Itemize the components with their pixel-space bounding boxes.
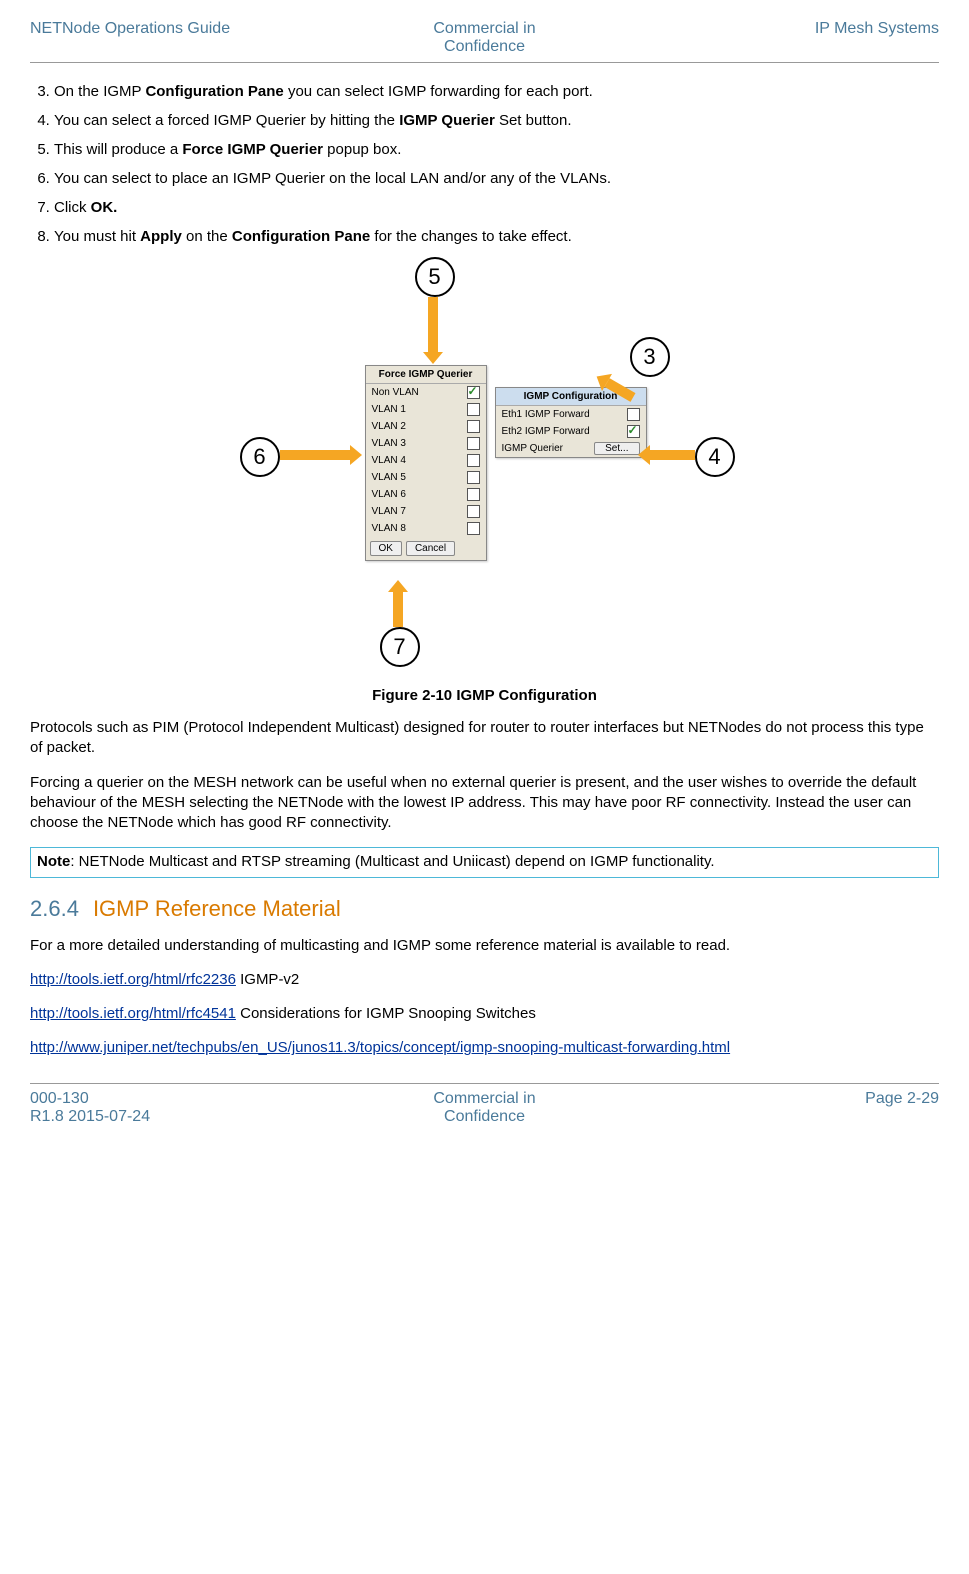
header-right: IP Mesh Systems (636, 20, 939, 56)
vlan-checkbox[interactable] (467, 437, 480, 450)
step-7: Click OK. (54, 197, 939, 218)
page-header: NETNode Operations Guide Commercial in C… (30, 20, 939, 63)
note-box: Note: NETNode Multicast and RTSP streami… (30, 847, 939, 877)
callout-4: 4 (695, 437, 735, 477)
link-rfc4541[interactable]: http://tools.ietf.org/html/rfc4541 (30, 1005, 236, 1022)
vlan-checkbox[interactable] (467, 505, 480, 518)
section-intro: For a more detailed understanding of mul… (30, 936, 939, 956)
step-8: You must hit Apply on the Configuration … (54, 226, 939, 247)
vlan-checkbox[interactable] (467, 403, 480, 416)
footer-center: Commercial in Confidence (333, 1090, 636, 1126)
step-5: This will produce a Force IGMP Querier p… (54, 139, 939, 160)
set-button[interactable]: Set... (594, 442, 639, 455)
eth1-checkbox[interactable] (627, 408, 640, 421)
force-igmp-panel: Force IGMP Querier Non VLAN VLAN 1 VLAN 2 V… (365, 365, 487, 561)
header-left: NETNode Operations Guide (30, 20, 333, 56)
paragraph-pim: Protocols such as PIM (Protocol Independ… (30, 718, 939, 759)
ok-button[interactable]: OK (370, 541, 402, 556)
cancel-button[interactable]: Cancel (406, 541, 455, 556)
ref-link-1: http://tools.ietf.org/html/rfc2236 IGMP-… (30, 970, 939, 990)
vlan-label: VLAN 1 (372, 404, 406, 415)
link-rfc2236[interactable]: http://tools.ietf.org/html/rfc2236 (30, 971, 236, 988)
callout-3: 3 (630, 337, 670, 377)
ref-link-3: http://www.juniper.net/techpubs/en_US/ju… (30, 1038, 939, 1058)
step-list: On the IGMP Configuration Pane you can s… (30, 81, 939, 247)
vlan-row: VLAN 7 (366, 503, 486, 520)
vlan-rows: Non VLAN VLAN 1 VLAN 2 VLAN 3 VLAN 4 VLAN 5 VL… (366, 384, 486, 537)
vlan-label: VLAN 7 (372, 506, 406, 517)
vlan-checkbox[interactable] (467, 454, 480, 467)
panel-buttons: OK Cancel (366, 537, 486, 560)
header-center: Commercial in Confidence (333, 20, 636, 56)
vlan-row: VLAN 5 (366, 469, 486, 486)
figure-2-10: 5 3 4 6 7 Force IGMP Querier Non VLAN VLA… (30, 257, 939, 704)
vlan-row: VLAN 3 (366, 435, 486, 452)
diagram: 5 3 4 6 7 Force IGMP Querier Non VLAN VLA… (205, 257, 765, 677)
arrow-5 (428, 297, 438, 352)
vlan-label: VLAN 6 (372, 489, 406, 500)
force-igmp-title: Force IGMP Querier (366, 366, 486, 384)
link-juniper[interactable]: http://www.juniper.net/techpubs/en_US/ju… (30, 1039, 730, 1056)
vlan-label: VLAN 2 (372, 421, 406, 432)
callout-5: 5 (415, 257, 455, 297)
ref-link-2: http://tools.ietf.org/html/rfc4541 Consi… (30, 1004, 939, 1024)
figure-caption: Figure 2-10 IGMP Configuration (30, 687, 939, 704)
eth1-row: Eth1 IGMP Forward (496, 406, 646, 423)
vlan-checkbox[interactable] (467, 420, 480, 433)
eth2-row: Eth2 IGMP Forward (496, 423, 646, 440)
vlan-row: VLAN 6 (366, 486, 486, 503)
arrow-7 (393, 592, 403, 627)
vlan-label: Non VLAN (372, 387, 419, 398)
footer-right: Page 2-29 (636, 1090, 939, 1126)
callout-7: 7 (380, 627, 420, 667)
vlan-row: VLAN 1 (366, 401, 486, 418)
footer-left: 000-130 R1.8 2015-07-24 (30, 1090, 333, 1126)
step-3: On the IGMP Configuration Pane you can s… (54, 81, 939, 102)
querier-row: IGMP Querier Set... (496, 440, 646, 457)
vlan-label: VLAN 3 (372, 438, 406, 449)
eth2-checkbox[interactable] (627, 425, 640, 438)
section-heading: 2.6.4IGMP Reference Material (30, 896, 939, 922)
vlan-row: VLAN 8 (366, 520, 486, 537)
vlan-row: VLAN 2 (366, 418, 486, 435)
paragraph-querier: Forcing a querier on the MESH network ca… (30, 773, 939, 834)
step-4: You can select a forced IGMP Querier by … (54, 110, 939, 131)
vlan-label: VLAN 5 (372, 472, 406, 483)
arrow-4 (650, 450, 695, 460)
page-footer: 000-130 R1.8 2015-07-24 Commercial in Co… (30, 1083, 939, 1132)
vlan-checkbox[interactable] (467, 488, 480, 501)
arrow-6 (280, 450, 350, 460)
vlan-checkbox[interactable] (467, 386, 480, 399)
vlan-label: VLAN 8 (372, 523, 406, 534)
vlan-checkbox[interactable] (467, 522, 480, 535)
vlan-checkbox[interactable] (467, 471, 480, 484)
callout-6: 6 (240, 437, 280, 477)
vlan-label: VLAN 4 (372, 455, 406, 466)
vlan-row: Non VLAN (366, 384, 486, 401)
step-6: You can select to place an IGMP Querier … (54, 168, 939, 189)
vlan-row: VLAN 4 (366, 452, 486, 469)
